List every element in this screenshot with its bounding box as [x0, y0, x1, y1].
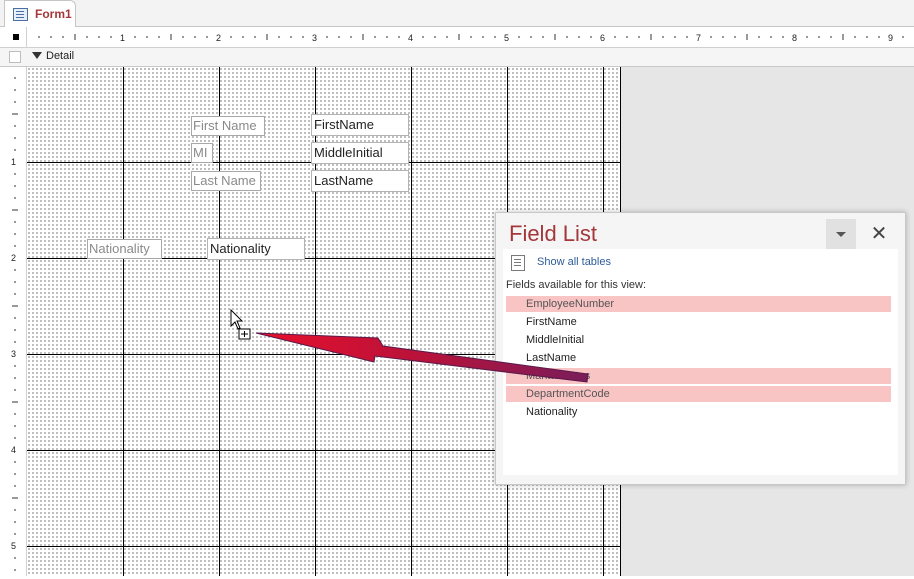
grid-line: [123, 67, 124, 576]
form1-tab[interactable]: Form1: [4, 0, 76, 27]
grid-line: [411, 67, 412, 576]
show-tables-icon[interactable]: [511, 255, 525, 271]
grid-line: [27, 546, 620, 547]
ruler-number: 1: [120, 33, 125, 43]
ruler-number: 9: [888, 33, 893, 43]
field-item[interactable]: MaritalStatus: [506, 368, 891, 384]
field-item[interactable]: LastName: [506, 350, 891, 366]
nationality-label[interactable]: Nationality: [87, 239, 162, 259]
field-item[interactable]: MiddleInitial: [506, 332, 891, 348]
ruler-number: 4: [408, 33, 413, 43]
ruler-number: 2: [216, 33, 221, 43]
close-icon[interactable]: ✕: [864, 219, 894, 249]
field-list-title: Field List: [509, 221, 598, 246]
section-selector[interactable]: [9, 51, 21, 63]
last-name-textbox[interactable]: LastName: [311, 170, 409, 192]
first-name-label[interactable]: First Name: [191, 116, 265, 136]
horizontal-ruler[interactable]: 1 2 3 4 5 6 7 8 9: [27, 27, 914, 48]
ruler-number: 8: [792, 33, 797, 43]
document-tab-strip: Form1: [0, 0, 914, 27]
ruler-number: 5: [504, 33, 509, 43]
vertical-ruler-ticks: 1 2 3 4 5: [11, 77, 18, 571]
field-list-options-button[interactable]: [826, 219, 856, 249]
mi-label[interactable]: MI: [191, 143, 213, 163]
ruler-number: 2: [11, 253, 16, 263]
field-item[interactable]: EmployeeNumber: [506, 296, 891, 312]
ruler-number: 3: [312, 33, 317, 43]
field-item[interactable]: Nationality: [506, 404, 891, 420]
form-icon: [13, 8, 28, 21]
form-selector[interactable]: [0, 27, 27, 48]
field-list-pane[interactable]: Field List ✕ Show all tables Fields avai…: [495, 212, 906, 485]
ruler-number: 6: [600, 33, 605, 43]
field-list-body: Show all tables Fields available for thi…: [503, 249, 898, 475]
ruler-number: 5: [11, 541, 16, 551]
grid-line: [219, 67, 220, 576]
detail-section-label: Detail: [46, 50, 75, 62]
ruler-number: 7: [696, 33, 701, 43]
field-item[interactable]: DepartmentCode: [506, 386, 891, 402]
detail-section-bar[interactable]: Detail: [0, 48, 914, 67]
middle-initial-textbox[interactable]: MiddleInitial: [311, 142, 409, 164]
show-all-tables-link[interactable]: Show all tables: [537, 256, 611, 268]
form-selector-mark: [13, 34, 19, 40]
first-name-textbox[interactable]: FirstName: [311, 114, 409, 136]
ruler-number: 4: [11, 445, 16, 455]
form1-tab-label: Form1: [35, 7, 72, 21]
ruler-number: 3: [11, 349, 16, 359]
horizontal-ruler-ticks: 1 2 3 4 5 6 7 8 9: [38, 33, 904, 43]
field-item[interactable]: FirstName: [506, 314, 891, 330]
vertical-ruler[interactable]: 1 2 3 4 5: [0, 66, 27, 576]
drag-cursor-icon: [230, 309, 251, 340]
fields-available-label: Fields available for this view:: [506, 279, 647, 291]
ruler-number: 1: [11, 157, 16, 167]
section-arrow-icon: [32, 52, 42, 59]
last-name-label[interactable]: Last Name: [191, 171, 261, 191]
nationality-textbox[interactable]: Nationality: [207, 238, 305, 260]
